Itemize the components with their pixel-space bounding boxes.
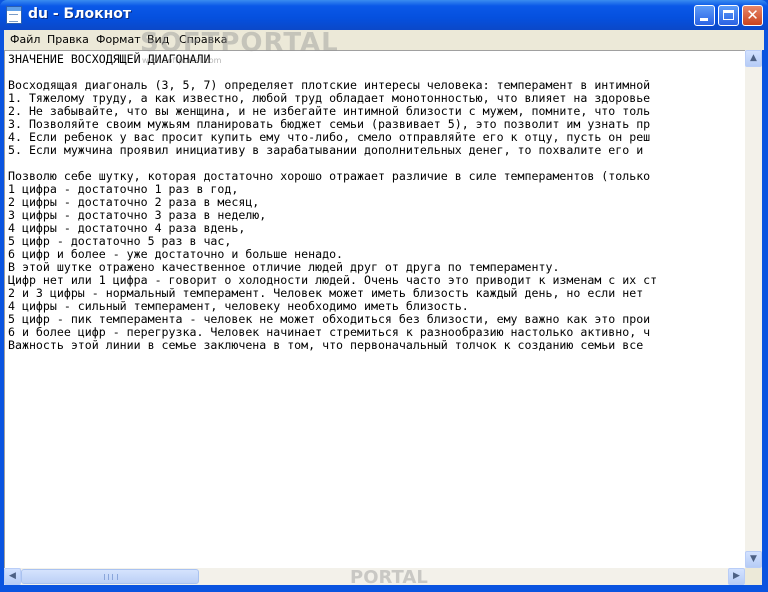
arrow-down-icon: ▼ bbox=[750, 554, 757, 564]
scroll-up-button[interactable]: ▲ bbox=[745, 50, 762, 67]
grip-icon bbox=[104, 574, 118, 580]
menu-edit[interactable]: Правка bbox=[47, 33, 89, 46]
text-line: ЗНАЧЕНИЕ ВОСХОДЯЩЕЙ ДИАГОНАЛИ bbox=[8, 52, 211, 66]
menu-format[interactable]: Формат bbox=[96, 33, 141, 46]
text-line: 5. Если мужчина проявил инициативу в зар… bbox=[8, 143, 651, 157]
arrow-left-icon: ◀ bbox=[9, 571, 16, 581]
close-button[interactable]: ✕ bbox=[742, 5, 763, 26]
minimize-button[interactable] bbox=[694, 5, 715, 26]
menu-bar: Файл Правка Формат Вид Справка bbox=[4, 30, 764, 50]
scroll-down-button[interactable]: ▼ bbox=[745, 551, 762, 568]
scroll-left-button[interactable]: ◀ bbox=[4, 568, 21, 585]
title-bar[interactable]: du - Блокнот ✕ bbox=[0, 0, 768, 30]
text-editor[interactable]: ЗНАЧЕНИЕ ВОСХОДЯЩЕЙ ДИАГОНАЛИ Восходящая… bbox=[4, 50, 745, 568]
notepad-icon[interactable] bbox=[6, 6, 22, 24]
menu-view[interactable]: Вид bbox=[147, 33, 169, 46]
scroll-right-button[interactable]: ▶ bbox=[728, 568, 745, 585]
vertical-scrollbar[interactable]: ▲ ▼ bbox=[745, 50, 762, 568]
menu-file[interactable]: Файл bbox=[10, 33, 40, 46]
notepad-window: du - Блокнот ✕ Файл Правка Формат Вид Сп… bbox=[0, 0, 768, 592]
horizontal-scrollbar[interactable]: ◀ ▶ bbox=[4, 568, 745, 585]
window-title: du - Блокнот bbox=[28, 6, 131, 22]
arrow-right-icon: ▶ bbox=[733, 571, 740, 581]
horizontal-scroll-thumb[interactable] bbox=[21, 569, 199, 584]
text-line: Важность этой линии в семье заключена в … bbox=[8, 338, 651, 352]
maximize-button[interactable] bbox=[718, 5, 739, 26]
arrow-up-icon: ▲ bbox=[750, 53, 757, 63]
menu-help[interactable]: Справка bbox=[179, 33, 227, 46]
maximize-icon bbox=[723, 10, 734, 20]
minimize-icon bbox=[700, 18, 708, 21]
close-icon: ✕ bbox=[746, 6, 759, 24]
size-grip[interactable] bbox=[745, 568, 762, 585]
